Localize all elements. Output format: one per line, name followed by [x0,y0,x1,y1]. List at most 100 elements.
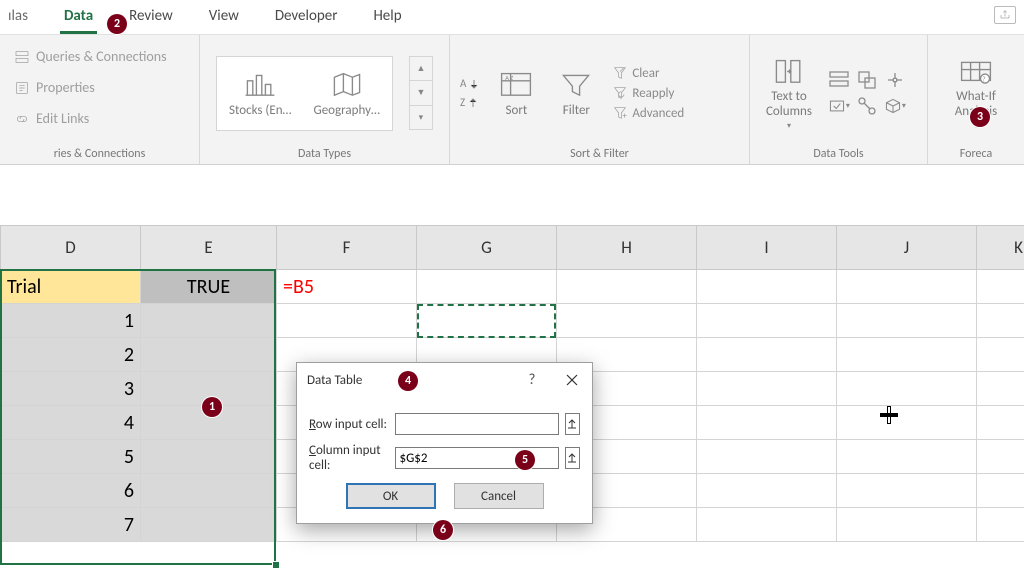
cell[interactable] [141,508,277,542]
tab-help[interactable]: Help [355,0,419,34]
stocks-button[interactable]: Stocks (En… [223,65,297,122]
row-refpicker-button[interactable] [565,413,580,435]
cell[interactable] [557,304,697,338]
ok-button[interactable]: OK [346,483,436,509]
cell[interactable] [141,440,277,474]
col-header[interactable]: G [417,226,557,270]
group-sort-filter: A Z A Z Sort Filter Clear Reapply Advanc… [450,35,750,164]
cell[interactable] [837,304,977,338]
queries-connections-button[interactable]: Queries & Connections [10,45,171,68]
label: Stocks (En… [229,103,291,118]
tab-view[interactable]: View [191,0,257,34]
dialog-help-button[interactable]: ? [512,363,552,397]
geography-button[interactable]: Geography… [308,65,386,122]
cell[interactable] [697,474,837,508]
cell[interactable] [141,474,277,508]
cell[interactable] [557,270,697,304]
data-validation-icon[interactable]: ▾ [828,95,850,117]
reapply-button[interactable]: Reapply [612,85,684,101]
row-input-cell-field[interactable] [395,413,559,435]
group-queries: Queries & Connections Properties Edit Li… [0,35,200,164]
cell[interactable] [977,338,1024,372]
cell[interactable] [697,406,837,440]
edit-links-button[interactable]: Edit Links [10,107,93,130]
cell[interactable] [977,270,1024,304]
cell[interactable] [277,304,417,338]
cell[interactable]: 7 [1,508,141,542]
cell[interactable] [837,406,977,440]
cell[interactable] [697,270,837,304]
cell[interactable]: 1 [1,304,141,338]
cell[interactable] [977,372,1024,406]
col-header[interactable]: I [697,226,837,270]
cell[interactable]: 2 [1,338,141,372]
cell[interactable] [837,270,977,304]
tab-formulas-cut[interactable]: ılas [0,0,46,34]
remove-duplicates-icon[interactable] [856,69,878,91]
col-header[interactable]: K [977,226,1024,270]
col-header[interactable]: H [557,226,697,270]
share-icon[interactable] [994,6,1016,24]
cell[interactable]: 6 [1,474,141,508]
sort-button[interactable]: A Z Sort [492,65,540,122]
svg-text:?: ? [982,74,985,83]
cancel-button[interactable]: Cancel [454,483,544,509]
dialog-titlebar[interactable]: Data Table ? [297,363,592,397]
cell[interactable] [837,474,977,508]
cell[interactable] [837,338,977,372]
group-forecast: ? What-If Analysis ▾ Foreca [928,35,1024,164]
cell[interactable] [417,304,557,338]
cell[interactable] [837,508,977,542]
tab-data[interactable]: Data [46,0,111,34]
cell[interactable] [697,508,837,542]
flash-fill-icon[interactable] [828,69,850,91]
cell[interactable]: 5 [1,440,141,474]
cell[interactable] [977,474,1024,508]
clear-button[interactable]: Clear [612,65,684,81]
cell[interactable]: 4 [1,406,141,440]
cell[interactable] [697,440,837,474]
cell-E-header[interactable]: TRUE [141,270,277,304]
col-header[interactable]: F [277,226,417,270]
col-header[interactable]: E [141,226,277,270]
properties-button[interactable]: Properties [10,76,99,99]
cell[interactable] [697,372,837,406]
data-tools-grid: ▾ ▾ [828,69,906,117]
consolidate-icon[interactable] [884,69,906,91]
datatypes-scroll[interactable]: ▲▼▾ [409,56,433,130]
cell[interactable] [837,372,977,406]
label: Text to Columns [766,89,812,119]
cell[interactable] [697,338,837,372]
data-model-icon[interactable]: ▾ [884,95,906,117]
col-header[interactable]: J [837,226,977,270]
col-header[interactable]: D [1,226,141,270]
cell-D-header[interactable]: Trial [1,270,141,304]
cell[interactable] [141,304,277,338]
label: Sort [506,103,528,118]
selection-handle[interactable] [272,561,280,569]
tab-developer[interactable]: Developer [257,0,356,34]
filter-button[interactable]: Filter [552,65,600,122]
cell-F-formula[interactable]: =B5 [277,270,417,304]
relationships-icon[interactable] [856,95,878,117]
cell[interactable]: 3 [1,372,141,406]
cell[interactable] [977,508,1024,542]
annotation-badge: 1 [202,397,222,417]
sort-asc-desc[interactable]: A Z [460,77,480,109]
row-input-label: Row input cell: [309,417,389,432]
ribbon: Queries & Connections Properties Edit Li… [0,35,1024,165]
label: Properties [36,79,95,96]
cell[interactable] [977,406,1024,440]
data-table-dialog: Data Table ? Row input cell: Column inpu… [296,362,593,524]
cell[interactable] [837,440,977,474]
cell[interactable] [141,338,277,372]
cell[interactable] [417,270,557,304]
dialog-close-button[interactable] [552,363,592,397]
col-refpicker-button[interactable] [565,447,580,469]
cell[interactable] [977,440,1024,474]
text-to-columns-button[interactable]: Text to Columns ▾ [760,51,818,135]
cell[interactable] [697,304,837,338]
label: Filter [563,103,590,118]
advanced-button[interactable]: Advanced [612,105,684,121]
cell[interactable] [977,304,1024,338]
